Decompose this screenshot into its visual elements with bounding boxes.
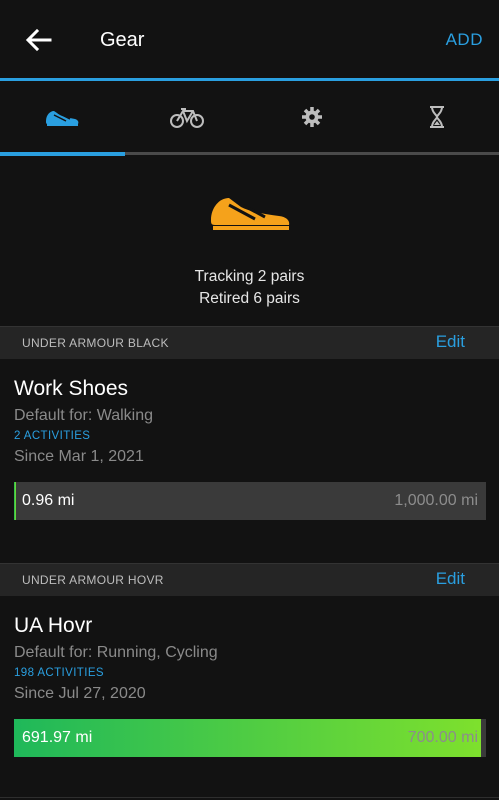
tab-shoes[interactable] bbox=[0, 81, 125, 153]
bicycle-icon bbox=[170, 108, 205, 128]
add-button[interactable]: ADD bbox=[446, 30, 483, 50]
tracking-count: Tracking 2 pairs bbox=[194, 268, 305, 285]
gear-default-for: Default for: Running, Cycling bbox=[14, 644, 218, 661]
gear-activities-link[interactable]: 198 ACTIVITIES bbox=[14, 667, 104, 679]
gear-type-tabs bbox=[0, 81, 499, 156]
mileage-progress-bar: 691.97 mi 700.00 mi bbox=[14, 719, 486, 757]
gear-icon bbox=[301, 107, 322, 127]
gear-name: UA Hovr bbox=[14, 614, 93, 637]
gear-card[interactable]: Work Shoes Default for: Walking 2 ACTIVI… bbox=[0, 360, 499, 560]
mileage-progress-bar: 0.96 mi 1,000.00 mi bbox=[14, 482, 486, 520]
gear-summary: Tracking 2 pairs Retired 6 pairs bbox=[0, 156, 499, 326]
edit-button[interactable]: Edit bbox=[436, 332, 465, 352]
gear-since: Since Mar 1, 2021 bbox=[14, 448, 144, 465]
gear-section-header: UNDER ARMOUR BLACK Edit bbox=[0, 326, 499, 359]
gear-section-header: UNDER ARMOUR HOVR Edit bbox=[0, 563, 499, 596]
bottom-divider bbox=[0, 797, 499, 798]
page-title: Gear bbox=[100, 29, 145, 51]
tab-bikes[interactable] bbox=[125, 81, 250, 153]
shoe-icon bbox=[46, 111, 79, 126]
gear-name: Work Shoes bbox=[14, 377, 128, 400]
retired-count: Retired 6 pairs bbox=[199, 290, 300, 307]
tab-settings[interactable] bbox=[250, 81, 375, 153]
app-bar: Gear ADD bbox=[0, 0, 499, 80]
gear-default-for: Default for: Walking bbox=[14, 407, 154, 424]
mileage-current: 691.97 mi bbox=[22, 729, 93, 746]
gear-since: Since Jul 27, 2020 bbox=[14, 685, 146, 702]
gear-card[interactable]: UA Hovr Default for: Running, Cycling 19… bbox=[0, 597, 499, 797]
gear-brand: UNDER ARMOUR BLACK bbox=[22, 336, 169, 350]
mileage-current: 0.96 mi bbox=[22, 492, 75, 509]
mileage-goal: 700.00 mi bbox=[407, 729, 478, 746]
mileage-goal: 1,000.00 mi bbox=[394, 492, 478, 509]
hourglass-icon bbox=[429, 106, 444, 128]
back-arrow-icon[interactable] bbox=[22, 24, 54, 56]
gear-brand: UNDER ARMOUR HOVR bbox=[22, 573, 164, 587]
edit-button[interactable]: Edit bbox=[436, 569, 465, 589]
tab-history[interactable] bbox=[374, 81, 499, 153]
mileage-progress-fill bbox=[14, 482, 16, 520]
gear-activities-link[interactable]: 2 ACTIVITIES bbox=[14, 430, 90, 442]
shoe-icon bbox=[211, 198, 290, 230]
